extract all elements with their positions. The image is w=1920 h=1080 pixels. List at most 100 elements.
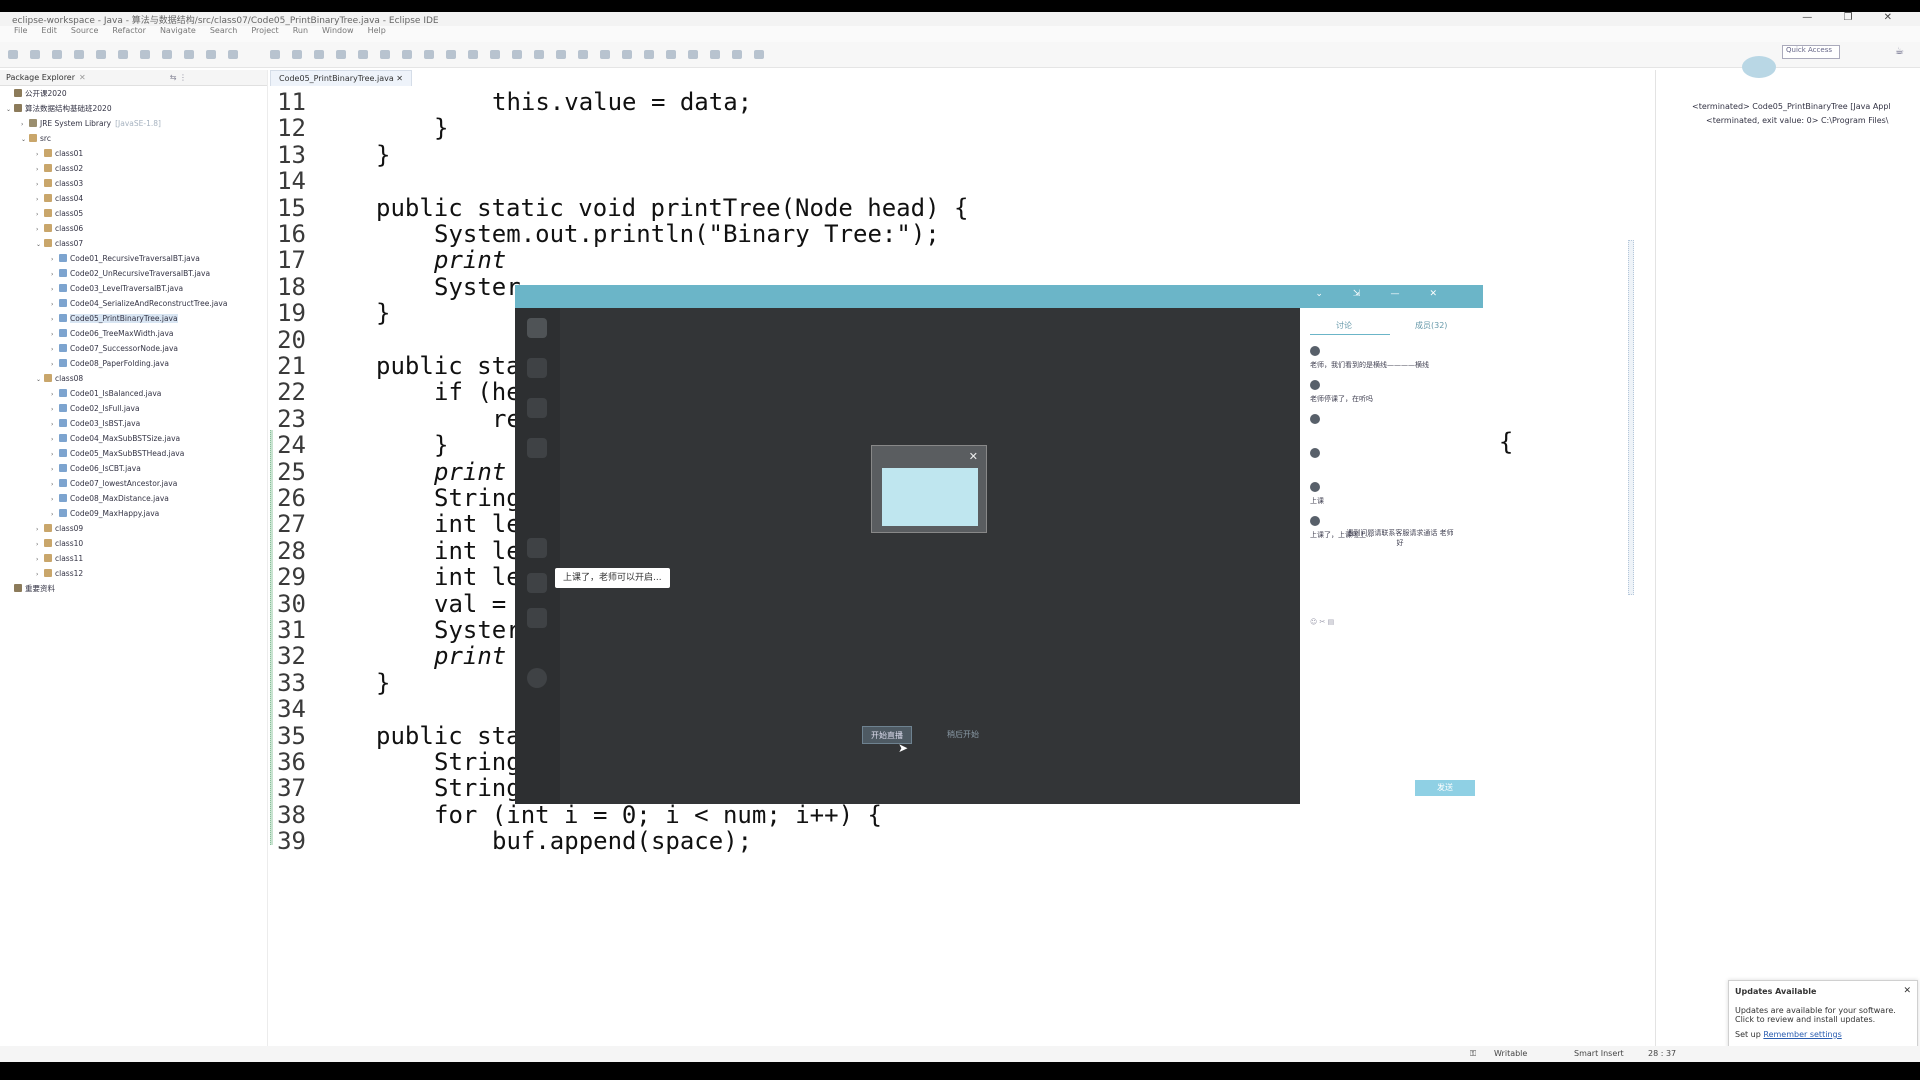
menu-item[interactable]: Navigate	[160, 26, 196, 35]
menu-item[interactable]: Window	[322, 26, 354, 35]
twisty-icon[interactable]: ›	[51, 462, 59, 477]
tab-members[interactable]: 成员(32)	[1415, 320, 1447, 331]
tree-item[interactable]: › Code09_MaxHappy.java	[0, 506, 267, 521]
twisty-icon[interactable]: ⌄	[36, 237, 44, 252]
toolbar-button-icon[interactable]	[732, 50, 742, 59]
twisty-icon[interactable]: ›	[51, 387, 59, 402]
tree-item[interactable]: 重要资料	[0, 581, 267, 596]
tree-item[interactable]: ⌄ 算法数据结构基础班2020	[0, 101, 267, 116]
close-icon[interactable]: ✕	[1903, 986, 1911, 996]
code-line[interactable]: }	[434, 114, 448, 142]
code-line[interactable]: }	[376, 669, 390, 697]
tree-item[interactable]: › Code07_SuccessorNode.java	[0, 341, 267, 356]
notification-link[interactable]: Remember settings	[1763, 1030, 1841, 1039]
tree-item[interactable]: › class06	[0, 221, 267, 236]
tree-item[interactable]: ⌄ class08	[0, 371, 267, 386]
twisty-icon[interactable]: ›	[36, 147, 44, 162]
vertical-scrollbar[interactable]	[1628, 240, 1634, 595]
tree-item[interactable]: › Code05_MaxSubBSTHead.java	[0, 446, 267, 461]
toolbar-button-icon[interactable]	[446, 50, 456, 59]
toolbar-button-icon[interactable]	[666, 50, 676, 59]
tree-item[interactable]: › Code08_PaperFolding.java	[0, 356, 267, 371]
toolbar-button-icon[interactable]	[688, 50, 698, 59]
code-line[interactable]: val =	[434, 590, 506, 618]
microphone-icon[interactable]	[527, 538, 547, 558]
toolbar-button-icon[interactable]	[30, 50, 40, 59]
twisty-icon[interactable]: ›	[51, 252, 59, 267]
toolbar-button-icon[interactable]	[600, 50, 610, 59]
toolbar-button-icon[interactable]	[578, 50, 588, 59]
twisty-icon[interactable]: ›	[36, 222, 44, 237]
chat-tools-icon[interactable]: ☺ ✂ ▤	[1310, 618, 1334, 626]
twisty-icon[interactable]: ⌄	[36, 372, 44, 387]
code-line[interactable]: }	[376, 299, 390, 327]
tree-item[interactable]: › Code06_TreeMaxWidth.java	[0, 326, 267, 341]
twisty-icon[interactable]: ›	[51, 402, 59, 417]
tree-item[interactable]: › class01	[0, 146, 267, 161]
twisty-icon[interactable]: ›	[51, 417, 59, 432]
tree-item[interactable]: 公开课2020	[0, 86, 267, 101]
twisty-icon[interactable]: ›	[51, 327, 59, 342]
menu-item[interactable]: Edit	[41, 26, 57, 35]
twisty-icon[interactable]: ›	[36, 162, 44, 177]
share-screen-icon[interactable]	[527, 318, 547, 338]
toolbar-button-icon[interactable]	[556, 50, 566, 59]
menu-item[interactable]: Run	[293, 26, 308, 35]
toolbar-button-icon[interactable]	[468, 50, 478, 59]
menu-item[interactable]: File	[14, 26, 27, 35]
settings-icon[interactable]	[527, 608, 547, 628]
tree-item[interactable]: › JRE System Library [JavaSE-1.8]	[0, 116, 267, 131]
code-line[interactable]: Syster	[434, 616, 521, 644]
record-icon[interactable]	[527, 668, 547, 688]
code-line[interactable]: System.out.println("Binary Tree:");	[434, 220, 940, 248]
tree-item[interactable]: › Code04_MaxSubBSTSize.java	[0, 431, 267, 446]
toolbar-button-icon[interactable]	[358, 50, 368, 59]
twisty-icon[interactable]: ›	[51, 267, 59, 282]
tree-item[interactable]: › Code06_IsCBT.java	[0, 461, 267, 476]
tree-item[interactable]: › Code01_IsBalanced.java	[0, 386, 267, 401]
toolbar-button-icon[interactable]	[184, 50, 194, 59]
toolbar-button-icon[interactable]	[228, 50, 238, 59]
tree-item[interactable]: › class10	[0, 536, 267, 551]
tree-item[interactable]: ⌄ class07	[0, 236, 267, 251]
tree-item[interactable]: › Code02_UnRecursiveTraversalBT.java	[0, 266, 267, 281]
toolbar-button-icon[interactable]	[52, 50, 62, 59]
code-line[interactable]: for (int i = 0; i < num; i++) {	[434, 801, 882, 829]
code-line[interactable]: print	[434, 642, 506, 670]
toolbar-button-icon[interactable]	[206, 50, 216, 59]
tree-item[interactable]: › class05	[0, 206, 267, 221]
toolbar-button-icon[interactable]	[118, 50, 128, 59]
twisty-icon[interactable]: ›	[36, 552, 44, 567]
tree-item[interactable]: › Code03_IsBST.java	[0, 416, 267, 431]
code-line[interactable]: public sta	[376, 352, 521, 380]
toolbar-button-icon[interactable]	[644, 50, 654, 59]
twisty-icon[interactable]: ›	[51, 282, 59, 297]
twisty-icon[interactable]: ›	[21, 117, 29, 132]
tree-item[interactable]: › Code02_IsFull.java	[0, 401, 267, 416]
tab-discussion[interactable]: 讨论	[1336, 320, 1352, 331]
twisty-icon[interactable]: ⌄	[21, 132, 29, 147]
code-line[interactable]: int le	[434, 563, 521, 591]
toolbar-button-icon[interactable]	[8, 50, 18, 59]
twisty-icon[interactable]: ›	[51, 507, 59, 522]
tree-item[interactable]: › class09	[0, 521, 267, 536]
twisty-icon[interactable]: ›	[36, 537, 44, 552]
toolbar-button-icon[interactable]	[512, 50, 522, 59]
toolbar-button-icon[interactable]	[380, 50, 390, 59]
twisty-icon[interactable]: ›	[36, 192, 44, 207]
code-line[interactable]: this.value = data;	[492, 88, 752, 116]
twisty-icon[interactable]: ⌄	[6, 102, 14, 117]
code-line[interactable]: Syster	[434, 273, 521, 301]
tree-item[interactable]: ⌄ src	[0, 131, 267, 146]
perspective-icon[interactable]: ☕	[1895, 46, 1904, 57]
toolbar-button-icon[interactable]	[534, 50, 544, 59]
toolbar-button-icon[interactable]	[402, 50, 412, 59]
menu-item[interactable]: Refactor	[112, 26, 146, 35]
toolbar-button-icon[interactable]	[754, 50, 764, 59]
twisty-icon[interactable]: ›	[51, 312, 59, 327]
code-line[interactable]: print	[434, 246, 506, 274]
tree-item[interactable]: › class11	[0, 551, 267, 566]
tree-item[interactable]: › class12	[0, 566, 267, 581]
close-icon[interactable]: ✕	[969, 450, 978, 463]
toolbar-button-icon[interactable]	[292, 50, 302, 59]
